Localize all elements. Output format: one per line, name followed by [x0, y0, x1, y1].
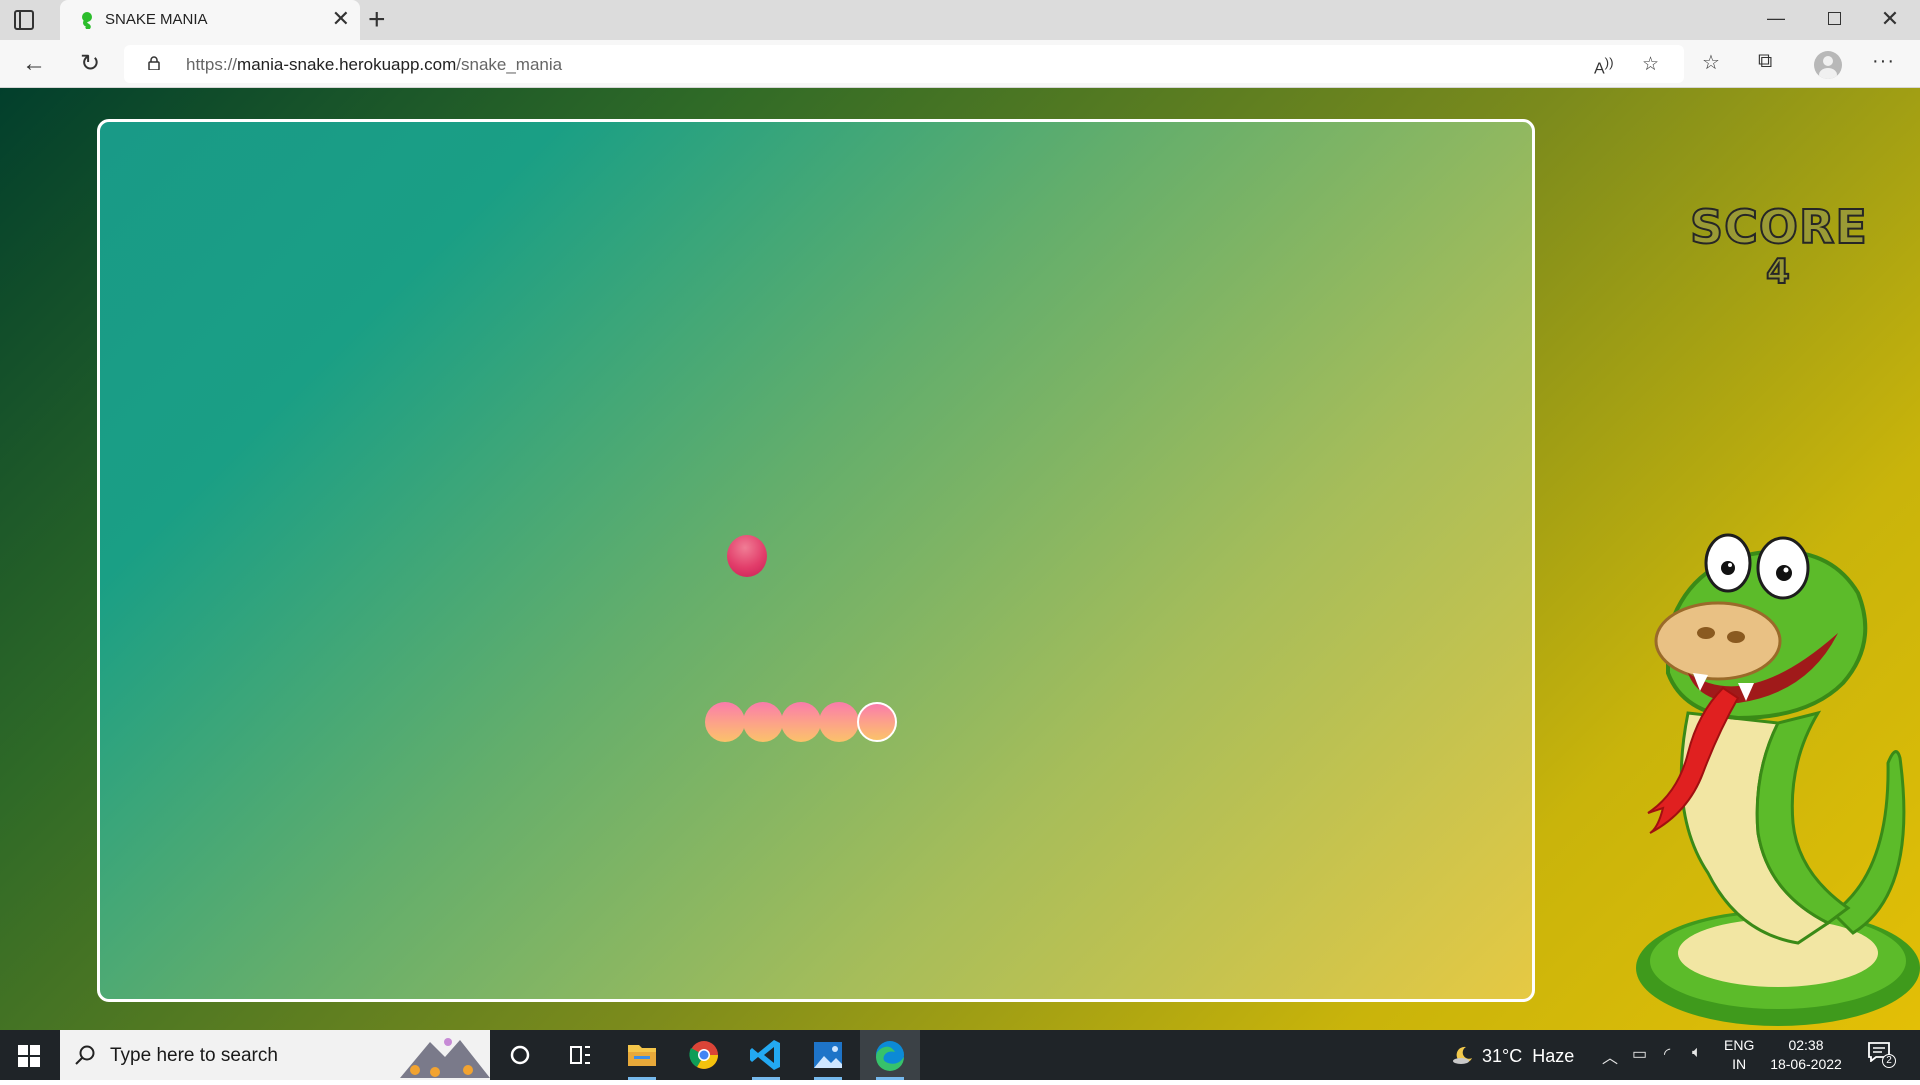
- wifi-icon[interactable]: ◜: [1664, 1044, 1670, 1064]
- tab-strip: SNAKE MANIA ✕ + — ✕: [0, 0, 1920, 40]
- task-view-icon[interactable]: [550, 1030, 610, 1080]
- tab-actions-icon[interactable]: [14, 10, 34, 30]
- windows-start-icon[interactable]: [18, 1045, 40, 1067]
- taskbar: Type here to search 31°C Haze ︿ ▭ ◜ 🔈︎ E…: [0, 1030, 1920, 1080]
- reload-icon[interactable]: ↻: [76, 50, 104, 78]
- search-icon: [75, 1045, 95, 1065]
- collections-icon[interactable]: ⧉: [1758, 50, 1772, 73]
- url-text[interactable]: https://mania-snake.herokuapp.com/snake_…: [186, 55, 562, 75]
- back-arrow-icon[interactable]: ←: [20, 50, 48, 78]
- weather-desc: Haze: [1532, 1046, 1575, 1066]
- cortana-icon[interactable]: [490, 1030, 550, 1080]
- url-scheme: https://: [186, 55, 238, 74]
- input-language[interactable]: ENG IN: [1724, 1036, 1754, 1074]
- read-aloud-icon[interactable]: A)): [1594, 55, 1614, 78]
- favorites-icon[interactable]: ☆: [1702, 50, 1720, 75]
- score-value: 4: [1765, 251, 1791, 293]
- profile-icon[interactable]: [1814, 51, 1842, 79]
- battery-icon[interactable]: ▭: [1632, 1044, 1647, 1064]
- close-icon[interactable]: ✕: [332, 8, 350, 30]
- window-close-icon[interactable]: ✕: [1870, 6, 1910, 32]
- url-host: mania-snake.herokuapp.com: [237, 55, 457, 74]
- chevron-up-icon[interactable]: ︿: [1602, 1044, 1618, 1068]
- minimize-icon[interactable]: —: [1756, 8, 1796, 29]
- taskbar-search[interactable]: Type here to search: [60, 1030, 490, 1080]
- search-highlight-art: [400, 1038, 490, 1078]
- url-path: /snake_mania: [456, 55, 563, 74]
- snake-head: [857, 702, 897, 742]
- weather-temp: 31°C: [1482, 1046, 1523, 1066]
- game-page: SCORE 4: [0, 88, 1920, 1030]
- clock-time: 02:38: [1788, 1037, 1824, 1053]
- lock-icon[interactable]: [148, 56, 160, 70]
- score-label: SCORE: [1689, 199, 1868, 255]
- restore-icon[interactable]: [1814, 8, 1854, 30]
- lang-top: ENG: [1724, 1037, 1755, 1053]
- volume-icon[interactable]: 🔈︎: [1692, 1044, 1702, 1062]
- snake-segment: [819, 702, 859, 742]
- navigation-bar: ← ↻ https://mania-snake.herokuapp.com/sn…: [0, 40, 1920, 88]
- vscode-icon[interactable]: [736, 1030, 796, 1080]
- snake-segment: [743, 702, 783, 742]
- snake-favicon-icon: [82, 12, 92, 29]
- file-explorer-icon[interactable]: [612, 1030, 672, 1080]
- clock[interactable]: 02:38 18-06-2022: [1764, 1036, 1848, 1074]
- photos-icon[interactable]: [798, 1030, 858, 1080]
- game-board[interactable]: [97, 119, 1535, 1002]
- edge-icon[interactable]: [860, 1030, 920, 1080]
- tab-snake-mania[interactable]: SNAKE MANIA ✕: [60, 0, 360, 40]
- notification-count: 2: [1882, 1054, 1896, 1068]
- lang-bottom: IN: [1732, 1056, 1747, 1072]
- moon-cloud-icon: [1453, 1046, 1472, 1064]
- more-icon[interactable]: ···: [1872, 50, 1895, 73]
- snake-segment: [705, 702, 745, 742]
- cartoon-snake-illustration: [1636, 533, 1920, 1026]
- clock-date: 18-06-2022: [1770, 1056, 1842, 1072]
- notification-icon[interactable]: 2: [1868, 1042, 1896, 1068]
- tab-title: SNAKE MANIA: [105, 11, 208, 28]
- weather-widget[interactable]: 31°C Haze: [1452, 1044, 1574, 1067]
- star-add-icon[interactable]: ☆: [1642, 53, 1659, 76]
- search-placeholder: Type here to search: [110, 1045, 278, 1066]
- address-bar[interactable]: https://mania-snake.herokuapp.com/snake_…: [124, 45, 1684, 83]
- chrome-icon[interactable]: [674, 1030, 734, 1080]
- food: [727, 535, 767, 577]
- plus-icon[interactable]: +: [368, 3, 386, 37]
- snake-segment: [781, 702, 821, 742]
